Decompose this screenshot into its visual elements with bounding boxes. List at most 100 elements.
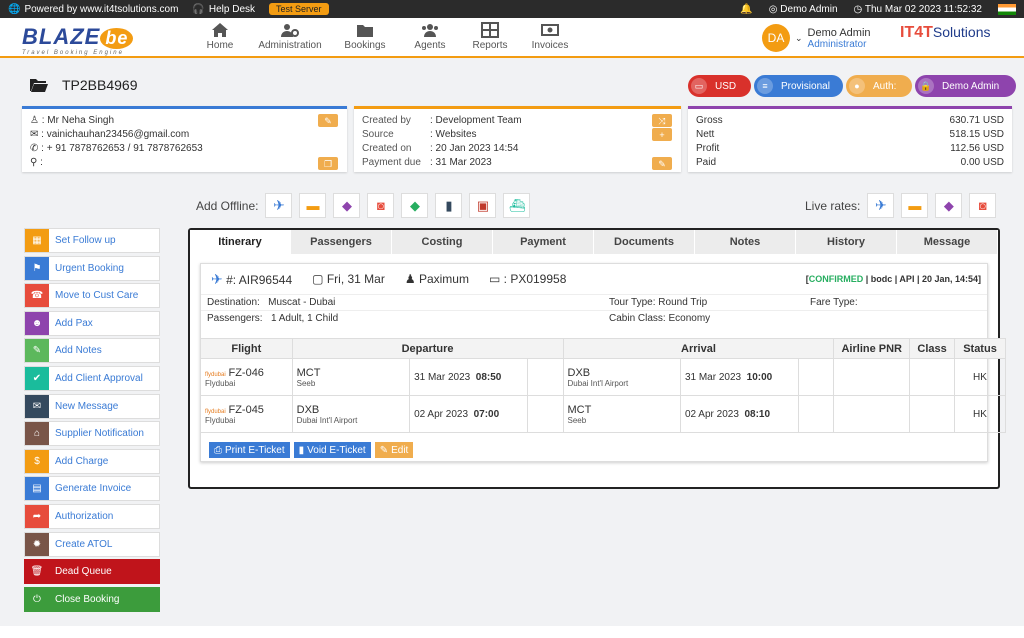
nav-home[interactable]: Home	[190, 22, 250, 51]
shuffle-button[interactable]: ⤨	[652, 114, 672, 127]
destination-cell: Destination: Muscat - Dubai	[207, 297, 609, 308]
live-hotel-button[interactable]: ▬	[901, 193, 929, 218]
add-charge-button[interactable]: $ Add Charge	[24, 448, 160, 474]
add-offline-flight-button[interactable]: ✈	[265, 193, 293, 218]
add-offline-luggage-button[interactable]: ▮	[435, 193, 463, 218]
provisional-pill[interactable]: ≡ Provisional	[754, 75, 843, 97]
supplier-notification-button[interactable]: ⌂ Supplier Notification	[24, 421, 160, 447]
new-message-button[interactable]: ✉ New Message	[24, 393, 160, 419]
dead-queue-button[interactable]: 🗑 Dead Queue	[24, 559, 160, 585]
logo-tagline: Travel Booking Engine	[22, 50, 124, 56]
edit-button[interactable]: ✎ Edit	[374, 442, 414, 458]
airline-pnr-cell	[833, 358, 911, 396]
pill-label: USD	[715, 80, 737, 92]
add-client-approval-button[interactable]: ✔ Add Client Approval	[24, 365, 160, 391]
add-offline-package-button[interactable]: ▣	[469, 193, 497, 218]
add-notes-button[interactable]: ✎ Add Notes	[24, 338, 160, 364]
tab-itinerary[interactable]: Itinerary	[190, 230, 291, 254]
home-icon	[212, 23, 228, 37]
fare-label: Fare Type:	[810, 297, 858, 308]
sidebar-label: New Message	[55, 400, 119, 412]
nav-reports[interactable]: Reports	[460, 22, 520, 51]
blaze-logo[interactable]: BLAZE be Travel Booking Engine	[22, 24, 134, 56]
meta-row: Created on: 20 Jan 2023 14:54	[362, 142, 673, 156]
test-server-badge: Test Server	[269, 3, 329, 15]
flight-ref: #: AIR96544	[226, 272, 293, 287]
currency-pill[interactable]: ▭ USD	[688, 75, 751, 97]
user-menu[interactable]: DA ⌄ Demo Admin Administrator	[762, 24, 871, 52]
plane-icon: ✈	[874, 197, 887, 213]
tab-payment[interactable]: Payment	[493, 230, 594, 254]
void-eticket-button[interactable]: ▮ Void E-Ticket	[293, 442, 371, 458]
class-cell	[909, 358, 955, 396]
set-follow-up-button[interactable]: ▦ Set Follow up	[24, 228, 160, 253]
create-atol-button[interactable]: ✹ Create ATOL	[24, 531, 160, 557]
truck-icon: ⌂	[25, 422, 49, 446]
add-offline-activity-button[interactable]: ◙	[367, 193, 395, 218]
nav-invoices[interactable]: Invoices	[520, 22, 580, 51]
live-car-button[interactable]: ◆	[935, 193, 963, 218]
header: BLAZE be Travel Booking Engine Home Admini…	[0, 18, 1024, 58]
detail-row: Passengers: 1 Adult, 1 Child Cabin Class…	[201, 310, 987, 326]
india-flag-icon[interactable]	[998, 3, 1016, 15]
tab-notes[interactable]: Notes	[695, 230, 796, 254]
tab-bar: Itinerary Passengers Costing Payment Doc…	[190, 230, 998, 254]
print-eticket-button[interactable]: ⎙ Print E-Ticket	[209, 442, 290, 458]
arr-code: DXB	[567, 366, 591, 379]
nav-administration[interactable]: Administration	[250, 22, 330, 51]
tab-documents[interactable]: Documents	[594, 230, 695, 254]
tour-label: Tour Type:	[609, 297, 656, 308]
power-icon: ⏻	[33, 593, 41, 605]
top-user[interactable]: ◎ Demo Admin	[769, 4, 838, 15]
help-desk-link[interactable]: Help Desk	[209, 4, 255, 15]
tab-passengers[interactable]: Passengers	[291, 230, 392, 254]
authorization-button[interactable]: ➦ Authorization	[24, 503, 160, 529]
users-icon: ☻	[25, 311, 49, 335]
meta-value: : 20 Jan 2023 14:54	[430, 143, 519, 154]
dep-date: 02 Apr 2023	[414, 408, 469, 420]
dep-extra-cell	[526, 358, 564, 396]
logo-be: be	[100, 28, 134, 49]
lock-icon: 🔒	[918, 78, 934, 94]
move-to-cust-care-button[interactable]: ☎ Move to Cust Care	[24, 283, 160, 309]
dep-name: Dubai Int'l Airport	[296, 415, 358, 425]
share-icon: ➦	[25, 504, 49, 528]
copy-customer-button[interactable]: ❐	[318, 157, 338, 170]
user-role: Administrator	[807, 38, 867, 50]
logo-text: BLAZE	[22, 24, 101, 49]
bell-icon[interactable]: 🔔	[740, 4, 752, 15]
live-activity-button[interactable]: ◙	[969, 193, 997, 218]
powered-by[interactable]: Powered by www.it4tsolutions.com	[24, 4, 178, 15]
nav-bookings[interactable]: Bookings	[330, 22, 400, 51]
sidebar-label: Urgent Booking	[55, 262, 124, 274]
live-flight-button[interactable]: ✈	[867, 193, 895, 218]
add-button[interactable]: +	[652, 128, 672, 141]
table-row[interactable]: flydubai FZ-045 Flydubai DXB Dubai Int'l A…	[200, 395, 1006, 433]
add-offline-hotel-button[interactable]: ▬	[299, 193, 327, 218]
add-offline-cruise-button[interactable]: ⛴	[503, 193, 531, 218]
user-icon: ◎	[768, 3, 778, 15]
cabin-cell: Cabin Class: Economy	[609, 313, 710, 324]
print-label: Print E-Ticket	[225, 444, 285, 456]
it4t-logo: IT4TSolutions	[900, 24, 990, 42]
pill-label: Provisional	[781, 80, 830, 92]
table-row[interactable]: flydubai FZ-046 Flydubai MCT Seeb 31 Mar 2…	[200, 358, 1006, 396]
tab-history[interactable]: History	[796, 230, 897, 254]
add-pax-button[interactable]: ☻ Add Pax	[24, 310, 160, 336]
tab-costing[interactable]: Costing	[392, 230, 493, 254]
add-offline-car-button[interactable]: ◆	[333, 193, 361, 218]
edit-customer-button[interactable]: ✎	[318, 114, 338, 127]
gift-icon: ▣	[476, 197, 490, 213]
status-cell: HK	[954, 358, 1006, 396]
generate-invoice-button[interactable]: ▤ Generate Invoice	[24, 476, 160, 502]
edit-payment-due-button[interactable]: ✎	[652, 157, 672, 170]
owner-pill[interactable]: 🔒 Demo Admin	[915, 75, 1016, 97]
nav-agents[interactable]: Agents	[400, 22, 460, 51]
auth-pill[interactable]: ● Auth:	[846, 75, 912, 97]
nav-label: Invoices	[531, 40, 569, 51]
close-booking-button[interactable]: ⏻ Close Booking	[24, 586, 160, 612]
nav-label: Reports	[472, 40, 508, 51]
urgent-booking-button[interactable]: ⚑ Urgent Booking	[24, 255, 160, 281]
tab-message[interactable]: Message	[897, 230, 998, 254]
add-offline-transfer-button[interactable]: ◆	[401, 193, 429, 218]
